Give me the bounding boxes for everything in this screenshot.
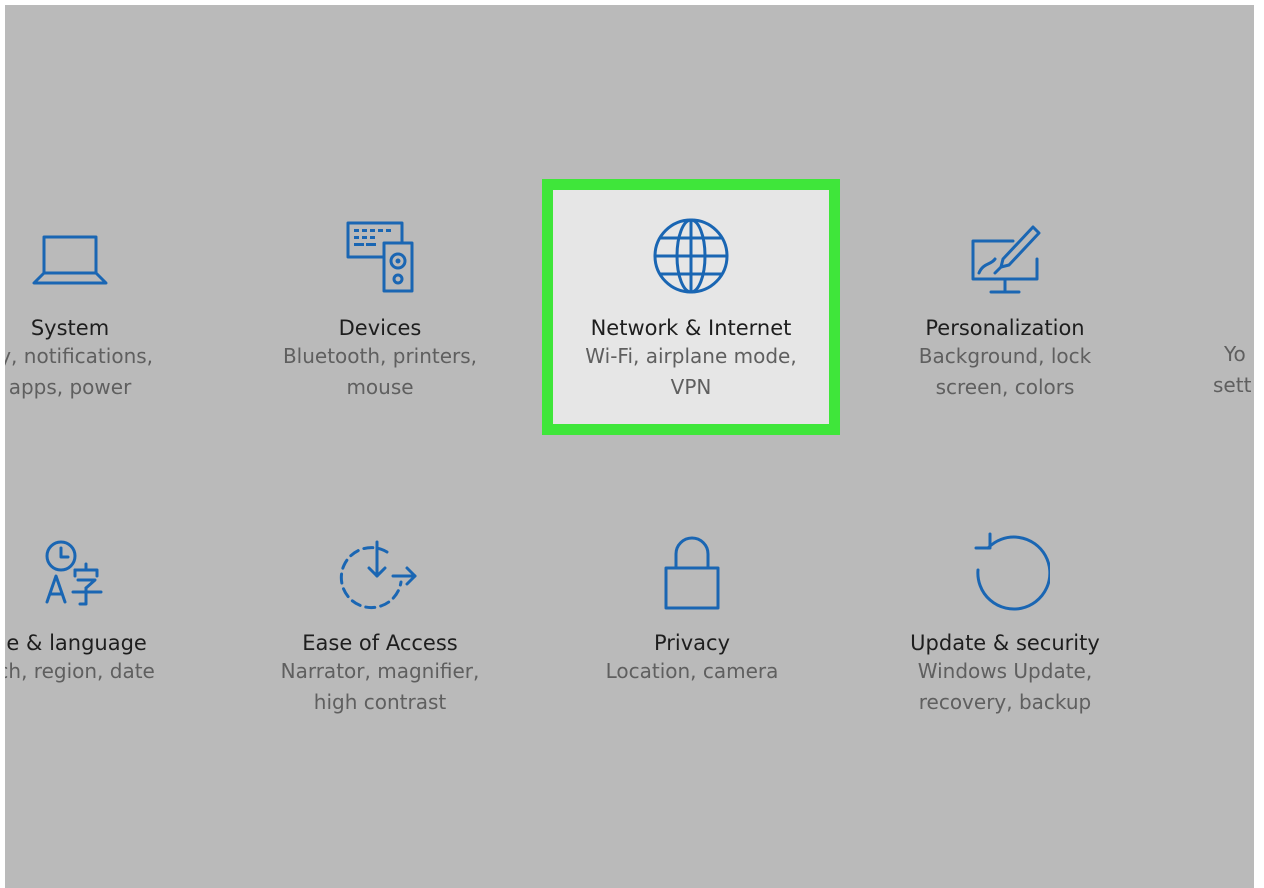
tile-update-security[interactable]: Update & security Windows Update, recove… xyxy=(855,520,1155,740)
tile-description: Windows Update, xyxy=(917,659,1093,683)
laptop-icon xyxy=(32,235,108,285)
tile-description: sett xyxy=(1213,373,1252,397)
tile-system[interactable]: System ay, notifications, apps, power xyxy=(5,205,220,425)
tile-description: Background, lock xyxy=(918,344,1092,368)
tile-personalization[interactable]: Personalization Background, lock screen,… xyxy=(855,205,1155,425)
tile-description: ech, region, date xyxy=(5,659,155,683)
tile-title: Personalization xyxy=(925,316,1085,340)
personalization-icon xyxy=(971,225,1041,294)
tile-description: Bluetooth, printers, xyxy=(282,344,478,368)
tile-title: Devices xyxy=(338,316,422,340)
tile-privacy[interactable]: Privacy Location, camera xyxy=(542,520,842,740)
globe-icon xyxy=(653,218,729,294)
tile-title: Privacy xyxy=(653,631,731,655)
tile-title: Update & security xyxy=(910,631,1100,655)
tile-devices[interactable]: Devices Bluetooth, printers, mouse xyxy=(230,205,530,425)
tile-title: ne & language xyxy=(5,631,147,655)
tile-description: Yo xyxy=(1224,342,1246,366)
tile-description: screen, colors xyxy=(935,375,1075,399)
tile-description: Narrator, magnifier, xyxy=(280,659,480,683)
devices-icon xyxy=(346,221,414,293)
settings-screen: System ay, notifications, apps, power De… xyxy=(5,5,1254,888)
tile-title: Ease of Access xyxy=(302,631,458,655)
time-language-icon xyxy=(45,540,103,606)
tile-description: VPN xyxy=(670,375,712,399)
lock-icon xyxy=(664,536,720,610)
tile-description: recovery, backup xyxy=(918,690,1092,714)
tile-description: high contrast xyxy=(313,690,447,714)
tile-description: ay, notifications, xyxy=(5,344,154,368)
tile-description: apps, power xyxy=(8,375,132,399)
tile-time-language[interactable]: ne & language ech, region, date xyxy=(5,520,220,740)
tile-title: System xyxy=(30,316,110,340)
tile-description: mouse xyxy=(346,375,414,399)
tile-ease-of-access[interactable]: Ease of Access Narrator, magnifier, high… xyxy=(230,520,530,740)
tile-network-internet[interactable]: Network & Internet Wi-Fi, airplane mode,… xyxy=(542,179,840,435)
tile-description: Wi-Fi, airplane mode, xyxy=(585,344,797,368)
tile-title: Network & Internet xyxy=(590,316,792,340)
tile-description: Location, camera xyxy=(605,659,779,683)
ease-of-access-icon xyxy=(339,540,417,610)
tile-accounts-partial[interactable]: Yo sett xyxy=(1213,339,1251,401)
update-icon xyxy=(974,532,1050,611)
